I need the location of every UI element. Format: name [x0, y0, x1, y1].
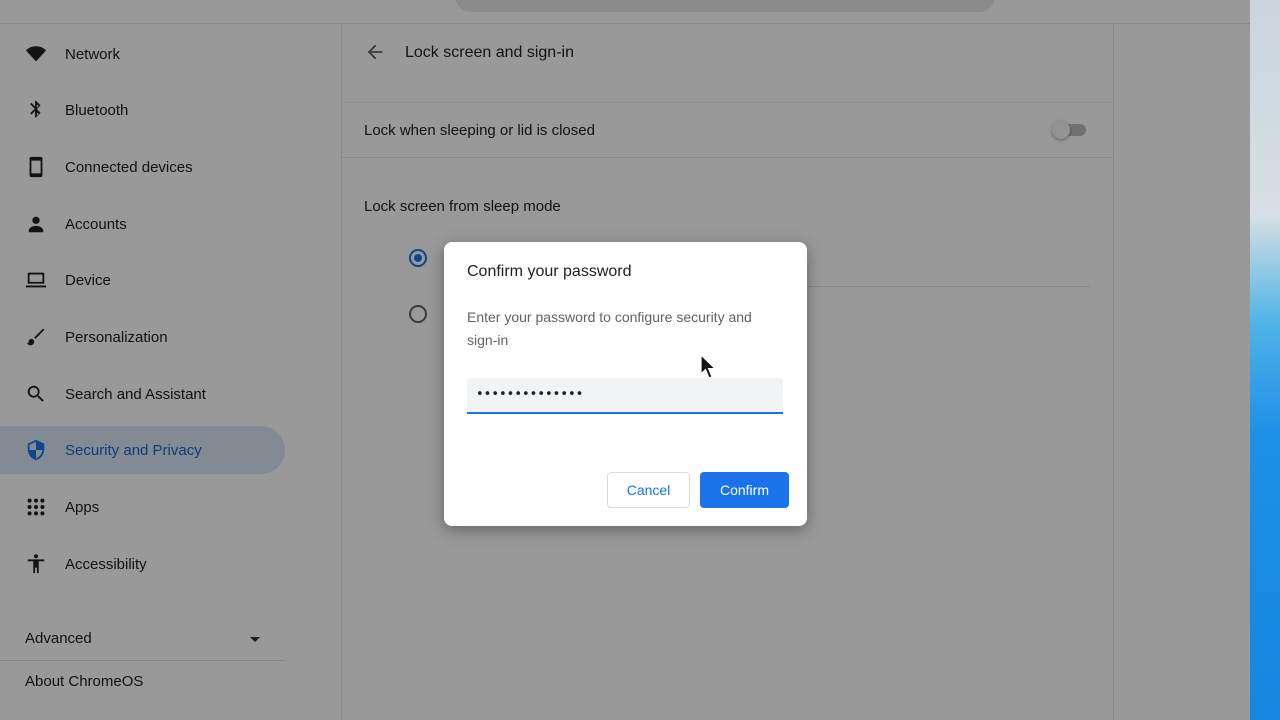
desktop-wallpaper-strip	[1250, 0, 1280, 720]
confirm-button[interactable]: Confirm	[700, 472, 789, 508]
dialog-description: Enter your password to configure securit…	[467, 309, 752, 348]
dialog-title: Confirm your password	[467, 263, 632, 280]
password-input[interactable]: ••••••••••••••	[467, 378, 783, 414]
mouse-cursor-icon	[700, 354, 717, 379]
confirm-password-dialog: Confirm your password Enter your passwor…	[444, 242, 807, 526]
settings-window: Network Bluetooth Connected devices Acco…	[0, 0, 1250, 720]
cancel-button[interactable]: Cancel	[607, 472, 690, 508]
